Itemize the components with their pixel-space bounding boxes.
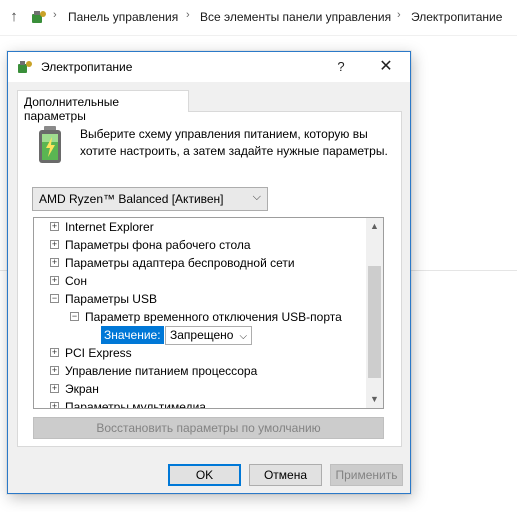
power-plan-select[interactable]: AMD Ryzen™ Balanced [Активен] ⌵: [32, 187, 268, 211]
power-options-dialog: Электропитание ? ✕ Дополнительные параме…: [7, 51, 411, 494]
ok-button[interactable]: OK: [168, 464, 241, 486]
tree-item-label: PCI Express: [65, 346, 132, 360]
tree-item-label: Экран: [65, 382, 99, 396]
expand-icon[interactable]: +: [50, 366, 59, 375]
expand-icon[interactable]: +: [50, 258, 59, 267]
restore-defaults-button[interactable]: Восстановить параметры по умолчанию: [33, 417, 384, 439]
tree-item-label: Параметры фона рабочего стола: [65, 238, 251, 252]
tree-item-label: Параметр временного отключения USB-порта: [85, 310, 342, 324]
value-select[interactable]: Запрещено ⌵: [165, 326, 253, 345]
dialog-titlebar: Электропитание ? ✕: [8, 52, 410, 82]
chevron-right-icon: ›: [186, 9, 190, 21]
tree-value-row[interactable]: Значение: Запрещено ⌵: [34, 326, 274, 345]
scroll-up-icon[interactable]: ▲: [366, 218, 383, 235]
power-options-icon: [32, 11, 46, 23]
tab-advanced-settings[interactable]: Дополнительные параметры: [17, 90, 189, 123]
breadcrumb-all-items[interactable]: Все элементы панели управления: [200, 10, 391, 24]
dialog-title: Электропитание: [41, 60, 133, 74]
up-arrow-icon[interactable]: ↑: [6, 8, 22, 26]
breadcrumb-control-panel[interactable]: Панель управления: [68, 10, 178, 24]
power-options-icon: [18, 61, 32, 73]
description-text: Выберите схему управления питанием, кото…: [80, 127, 388, 158]
expand-icon[interactable]: +: [50, 402, 59, 408]
tree-item-label: Параметры мультимедиа: [65, 400, 206, 409]
cancel-button[interactable]: Отмена: [249, 464, 322, 486]
close-button[interactable]: ✕: [371, 55, 401, 79]
tree-item-label: Параметры USB: [65, 292, 157, 306]
settings-tree[interactable]: + Internet Explorer + Параметры фона раб…: [33, 217, 384, 409]
expand-icon[interactable]: +: [50, 348, 59, 357]
battery-icon: [39, 126, 61, 163]
chevron-down-icon: ⌵: [239, 331, 248, 342]
tree-item-label: Параметры адаптера беспроводной сети: [65, 256, 295, 270]
value-label: Значение:: [101, 326, 164, 344]
value-select-text: Запрещено: [170, 328, 234, 342]
expand-icon[interactable]: +: [50, 240, 59, 249]
collapse-icon[interactable]: −: [50, 294, 59, 303]
expand-icon[interactable]: +: [50, 276, 59, 285]
chevron-right-icon: ›: [397, 9, 401, 21]
tree-item-label: Управление питанием процессора: [65, 364, 258, 378]
scroll-thumb[interactable]: [368, 266, 381, 378]
help-button[interactable]: ?: [326, 55, 356, 79]
power-plan-value: AMD Ryzen™ Balanced [Активен]: [39, 192, 224, 206]
collapse-icon[interactable]: −: [70, 312, 79, 321]
expand-icon[interactable]: +: [50, 222, 59, 231]
tree-scrollbar[interactable]: ▲ ▼: [366, 218, 383, 408]
apply-button[interactable]: Применить: [330, 464, 403, 486]
breadcrumb-power-options[interactable]: Электропитание: [411, 10, 502, 24]
chevron-down-icon: ⌵: [252, 191, 261, 203]
chevron-right-icon: ›: [53, 9, 57, 21]
address-bar: ↑ › Панель управления › Все элементы пан…: [0, 0, 517, 36]
scroll-down-icon[interactable]: ▼: [366, 391, 383, 408]
expand-icon[interactable]: +: [50, 384, 59, 393]
tree-item-label: Internet Explorer: [65, 220, 154, 234]
tree-item-label: Сон: [65, 274, 87, 288]
